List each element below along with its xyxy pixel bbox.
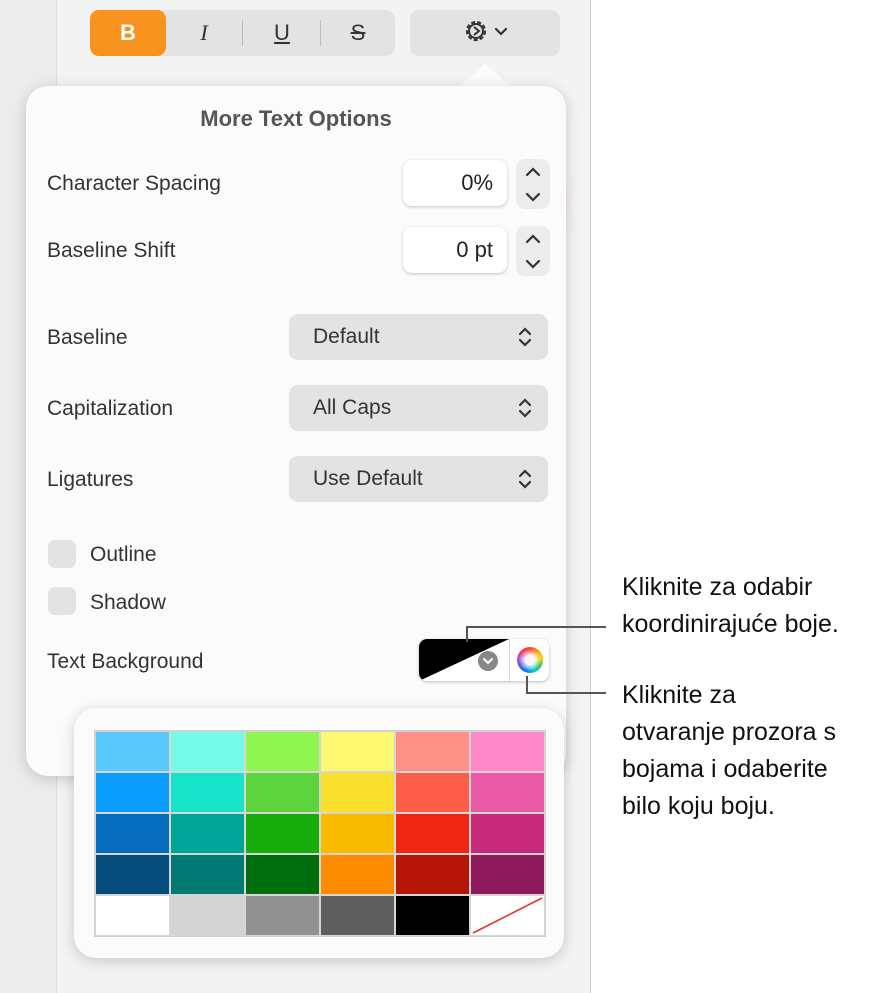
color-swatch[interactable] xyxy=(320,854,395,895)
stepper-down-icon[interactable] xyxy=(516,184,550,209)
callout-line xyxy=(466,626,606,628)
baseline-shift-stepper[interactable] xyxy=(516,226,550,276)
callout-line xyxy=(466,626,468,642)
character-spacing-field[interactable]: 0% xyxy=(403,160,507,206)
capitalization-label: Capitalization xyxy=(47,397,174,420)
strikethrough-button[interactable]: S xyxy=(321,10,395,56)
text-style-buttons: B I U S xyxy=(90,10,395,56)
callout-line-text: Kliknite za xyxy=(622,681,736,709)
color-swatch[interactable] xyxy=(320,895,395,936)
callout-line-text: koordinirajuće boje. xyxy=(622,610,839,638)
color-wheel-button[interactable] xyxy=(510,639,549,681)
popover-title: More Text Options xyxy=(200,106,392,131)
shadow-label: Shadow xyxy=(90,591,166,614)
baseline-shift-label: Baseline Shift xyxy=(47,239,176,262)
ligatures-value: Use Default xyxy=(313,467,423,490)
color-swatch[interactable] xyxy=(95,772,170,813)
color-swatch[interactable] xyxy=(170,854,245,895)
color-palette-popover xyxy=(74,708,564,958)
color-swatch[interactable] xyxy=(470,813,545,854)
ligatures-select[interactable]: Use Default xyxy=(289,456,548,502)
color-swatch[interactable] xyxy=(245,854,320,895)
callout-text: Kliknite za odabir koordinirajuće boje. xyxy=(622,569,839,643)
color-swatch[interactable] xyxy=(395,772,470,813)
bold-button[interactable]: B xyxy=(90,10,166,56)
baseline-value: Default xyxy=(313,325,380,348)
capitalization-value: All Caps xyxy=(313,396,392,419)
color-swatch[interactable] xyxy=(470,772,545,813)
shadow-checkbox[interactable] xyxy=(48,587,76,615)
baseline-shift-field[interactable]: 0 pt xyxy=(403,227,507,273)
ligatures-label: Ligatures xyxy=(47,468,134,491)
divider xyxy=(242,20,243,46)
chevron-up-down-icon xyxy=(518,397,532,425)
chevron-up-down-icon xyxy=(518,326,532,354)
color-swatch[interactable] xyxy=(170,731,245,772)
color-wheel-icon xyxy=(516,647,543,673)
callout-text: Kliknite za otvaranje prozora s bojama i… xyxy=(622,677,836,825)
color-swatch[interactable] xyxy=(470,854,545,895)
color-swatch[interactable] xyxy=(95,854,170,895)
color-swatch[interactable] xyxy=(170,895,245,936)
callout-line-text: bilo koju boju. xyxy=(622,792,775,820)
underline-button[interactable]: U xyxy=(245,10,319,56)
stepper-up-icon[interactable] xyxy=(516,226,550,251)
chevron-up-down-icon xyxy=(518,468,532,496)
color-swatch[interactable] xyxy=(395,854,470,895)
stepper-down-icon[interactable] xyxy=(516,251,550,276)
color-swatch[interactable] xyxy=(170,772,245,813)
color-swatch[interactable] xyxy=(320,772,395,813)
callout-line-text: otvaranje prozora s xyxy=(622,718,837,746)
callout-line xyxy=(526,692,606,694)
color-swatch[interactable] xyxy=(395,731,470,772)
color-swatch[interactable] xyxy=(170,813,245,854)
color-swatch[interactable] xyxy=(320,813,395,854)
chevron-down-icon xyxy=(494,24,508,42)
color-swatch[interactable] xyxy=(470,731,545,772)
color-swatch[interactable] xyxy=(95,895,170,936)
text-background-color-well xyxy=(419,639,549,681)
color-swatch-button[interactable] xyxy=(419,639,509,681)
italic-button[interactable]: I xyxy=(167,10,241,56)
color-swatch[interactable] xyxy=(245,772,320,813)
text-background-label: Text Background xyxy=(47,650,204,673)
no-color-swatch[interactable] xyxy=(470,895,545,936)
baseline-label: Baseline xyxy=(47,326,128,349)
color-swatch[interactable] xyxy=(245,895,320,936)
gear-icon xyxy=(462,17,490,50)
baseline-select[interactable]: Default xyxy=(289,314,548,360)
color-swatch[interactable] xyxy=(95,813,170,854)
color-swatch[interactable] xyxy=(320,731,395,772)
color-swatch[interactable] xyxy=(245,813,320,854)
palette-arrow xyxy=(456,688,504,710)
outline-label: Outline xyxy=(90,543,157,566)
callout-line-text: Kliknite za odabir xyxy=(622,573,813,601)
color-swatch[interactable] xyxy=(245,731,320,772)
character-spacing-label: Character Spacing xyxy=(47,172,221,195)
advanced-options-button[interactable] xyxy=(410,10,560,56)
more-text-options-popover: More Text Options Character Spacing 0% B… xyxy=(26,86,566,776)
color-swatch[interactable] xyxy=(395,813,470,854)
outline-checkbox[interactable] xyxy=(48,540,76,568)
color-swatch[interactable] xyxy=(95,731,170,772)
chevron-down-icon xyxy=(478,651,498,671)
stepper-up-icon[interactable] xyxy=(516,159,550,184)
color-swatch[interactable] xyxy=(395,895,470,936)
capitalization-select[interactable]: All Caps xyxy=(289,385,548,431)
color-grid xyxy=(94,730,546,937)
character-spacing-stepper[interactable] xyxy=(516,159,550,209)
callout-line-text: bojama i odaberite xyxy=(622,755,828,783)
